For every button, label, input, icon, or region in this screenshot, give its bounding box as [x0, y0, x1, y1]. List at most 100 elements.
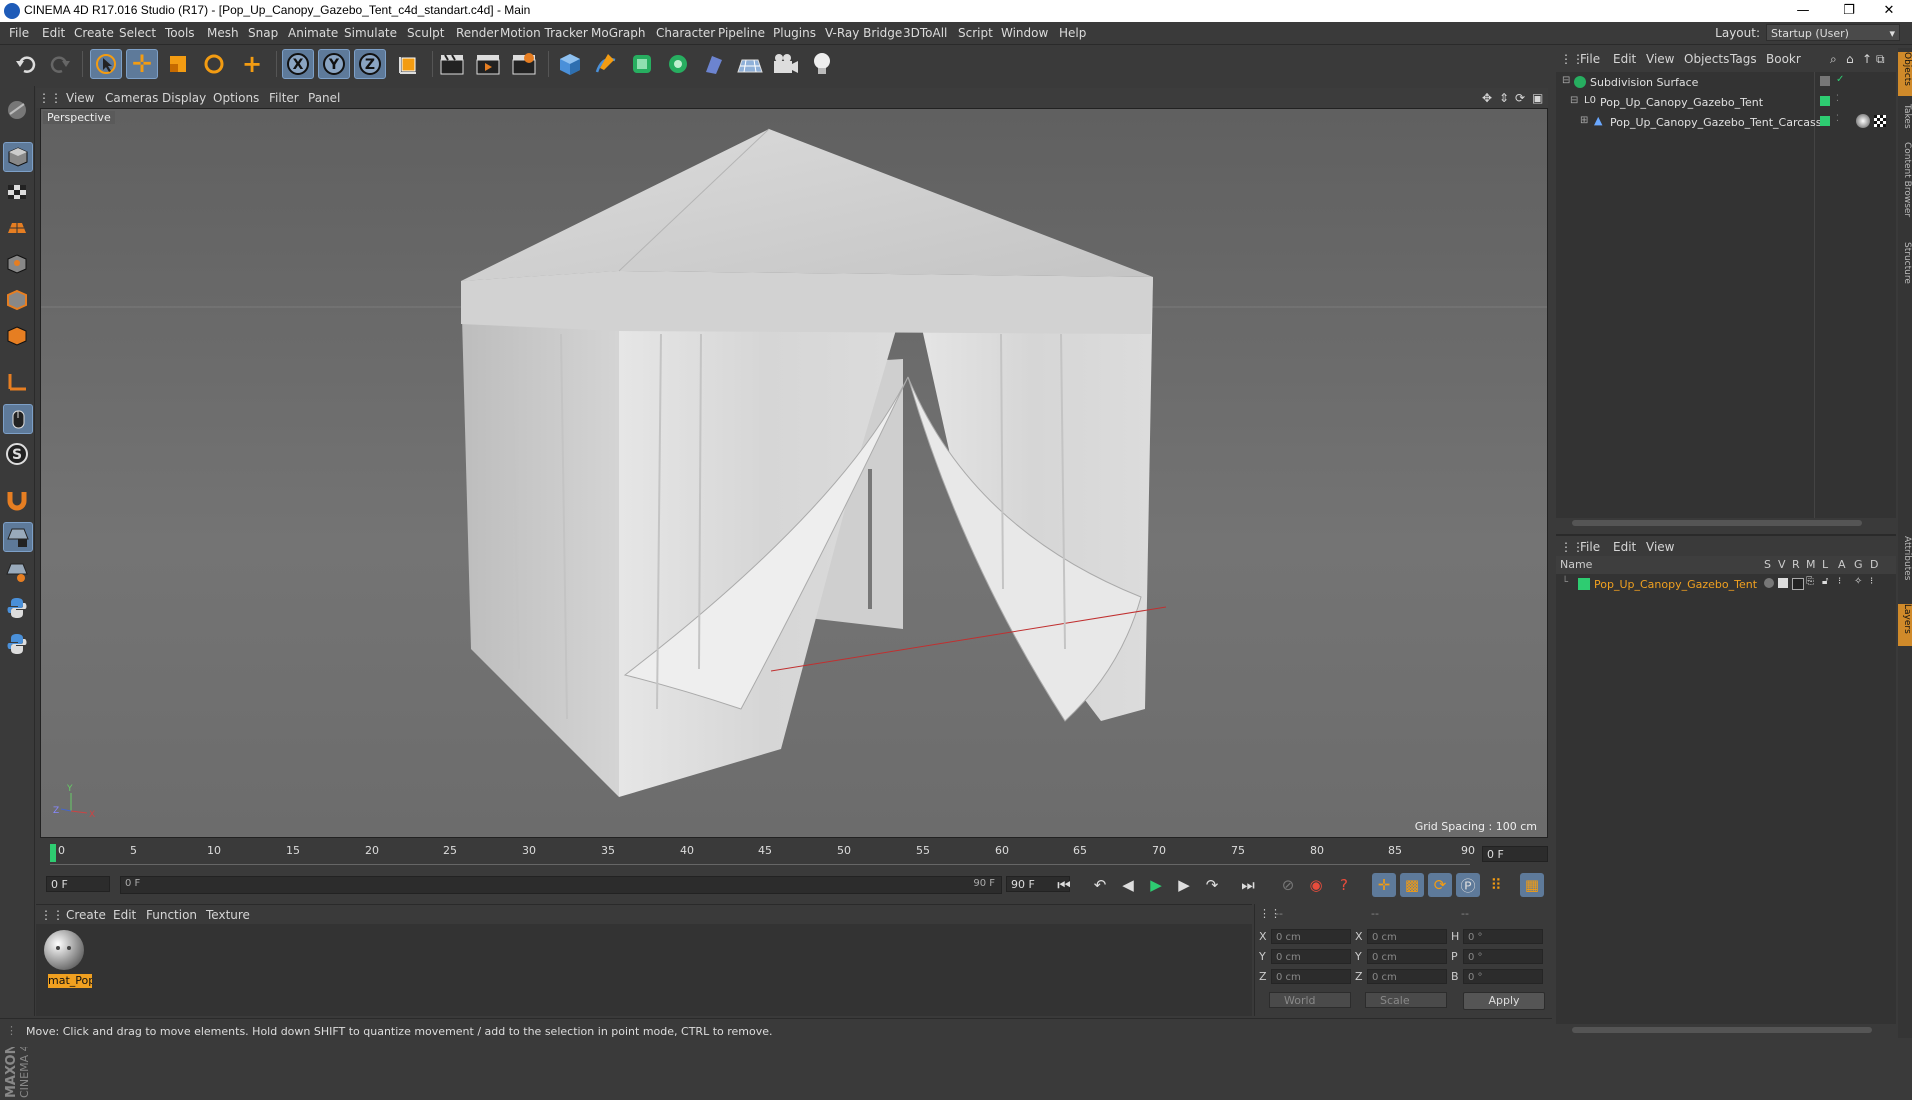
key-pla-button[interactable]: ⠿: [1484, 873, 1508, 897]
add-light-button[interactable]: [806, 49, 838, 79]
menu-motion-tracker[interactable]: Motion Tracker: [500, 26, 588, 40]
timeline-window-button[interactable]: ▦: [1520, 873, 1544, 897]
tab-content-browser[interactable]: Content Browser: [1898, 142, 1912, 234]
make-editable-button[interactable]: [3, 96, 31, 124]
size-x-field[interactable]: 0 cm: [1367, 929, 1447, 944]
menu-mesh[interactable]: Mesh: [207, 26, 239, 40]
column-render[interactable]: R: [1792, 558, 1800, 571]
add-camera-button[interactable]: [770, 49, 802, 79]
column-view[interactable]: V: [1778, 558, 1786, 571]
go-to-start-button[interactable]: ⏮: [1052, 873, 1076, 897]
generator-toggle-icon[interactable]: ✧: [1854, 576, 1864, 587]
position-z-field[interactable]: 0 cm: [1271, 969, 1351, 984]
layer-tag-icon[interactable]: [1820, 76, 1830, 86]
object-name[interactable]: Pop_Up_Canopy_Gazebo_Tent: [1600, 96, 1763, 109]
objects-menu-objects[interactable]: Objects: [1684, 52, 1729, 66]
menu-simulate[interactable]: Simulate: [344, 26, 397, 40]
menu-script[interactable]: Script: [958, 26, 993, 40]
autokey-button[interactable]: ◉: [1304, 873, 1328, 897]
layer-color-icon[interactable]: [1578, 578, 1590, 590]
column-name[interactable]: Name: [1560, 558, 1592, 571]
objects-menu-file[interactable]: File: [1580, 52, 1600, 66]
play-button[interactable]: ▶: [1144, 873, 1168, 897]
material-menu-edit[interactable]: Edit: [113, 908, 136, 922]
objects-menu-view[interactable]: View: [1646, 52, 1674, 66]
next-keyframe-button[interactable]: ↷: [1200, 873, 1224, 897]
range-slider[interactable]: 0 F 90 F: [120, 876, 1002, 894]
playhead-marker[interactable]: [50, 844, 56, 862]
object-name[interactable]: Pop_Up_Canopy_Gazebo_Tent_Carcass: [1610, 116, 1821, 129]
menu-pipeline[interactable]: Pipeline: [718, 26, 765, 40]
scale-tool-button[interactable]: [162, 49, 194, 79]
add-cube-button[interactable]: [554, 49, 586, 79]
previous-frame-button[interactable]: ◀: [1116, 873, 1140, 897]
add-deformer-button[interactable]: [698, 49, 730, 79]
visibility-dots-icon[interactable]: ⁚: [1836, 114, 1846, 124]
column-locked[interactable]: L: [1822, 558, 1828, 571]
close-button[interactable]: ✕: [1866, 0, 1912, 22]
coordinate-mode-dropdown[interactable]: World: [1269, 992, 1351, 1008]
polygons-mode-button[interactable]: [3, 322, 31, 350]
object-row-tent-carcass[interactable]: ⊞ ▲ Pop_Up_Canopy_Gazebo_Tent_Carcass ⁚: [1556, 114, 1896, 131]
layers-menu-file[interactable]: File: [1580, 540, 1600, 554]
position-y-field[interactable]: 0 cm: [1271, 949, 1351, 964]
menu-sculpt[interactable]: Sculpt: [407, 26, 444, 40]
menu-create[interactable]: Create: [74, 26, 114, 40]
menu-3dtoall[interactable]: 3DToAll: [903, 26, 947, 40]
menu-file[interactable]: File: [9, 26, 29, 40]
material-manager-area[interactable]: mat_Pop: [36, 924, 1252, 1016]
last-tool-button[interactable]: +: [236, 49, 268, 79]
points-mode-button[interactable]: [3, 250, 31, 278]
objects-menu-tags[interactable]: Tags: [1730, 52, 1757, 66]
object-row-tent[interactable]: ⊟ L0 Pop_Up_Canopy_Gazebo_Tent ⁚: [1556, 94, 1896, 111]
timeline-ruler[interactable]: 0 5 10 15 20 25 30 35 40 45 50 55 60 65 …: [36, 840, 1548, 870]
layers-menu-view[interactable]: View: [1646, 540, 1674, 554]
material-menu-texture[interactable]: Texture: [206, 908, 250, 922]
layer-color-icon[interactable]: [1820, 96, 1830, 106]
rotation-p-field[interactable]: 0 °: [1463, 949, 1543, 964]
z-axis-lock-button[interactable]: Z: [354, 49, 386, 79]
size-z-field[interactable]: 0 cm: [1367, 969, 1447, 984]
add-floor-button[interactable]: [734, 49, 766, 79]
size-y-field[interactable]: 0 cm: [1367, 949, 1447, 964]
python-script-button[interactable]: [3, 594, 31, 622]
frame-ruler[interactable]: 0 5 10 15 20 25 30 35 40 45 50 55 60 65 …: [50, 840, 1475, 868]
key-rotation-button[interactable]: ⟳: [1428, 873, 1452, 897]
current-frame-field[interactable]: 0 F: [1482, 846, 1548, 862]
scrollbar-thumb[interactable]: [1572, 1027, 1872, 1033]
layout-dropdown[interactable]: Startup (User) ▾: [1766, 24, 1900, 41]
material-swatch[interactable]: mat_Pop: [42, 928, 92, 988]
menu-plugins[interactable]: Plugins: [773, 26, 816, 40]
viewport-menu-options[interactable]: Options: [213, 91, 259, 105]
tree-collapse-icon[interactable]: ⊟: [1562, 75, 1574, 87]
viewport-menu-view[interactable]: View: [66, 91, 94, 105]
visibility-dots-icon[interactable]: ⁚: [1836, 94, 1846, 104]
locked-workplane-button[interactable]: [3, 522, 33, 552]
apply-button[interactable]: Apply: [1463, 992, 1545, 1010]
viewport-move-icon[interactable]: ✥: [1482, 91, 1492, 105]
viewport-menu-panel[interactable]: Panel: [308, 91, 340, 105]
x-axis-lock-button[interactable]: X: [282, 49, 314, 79]
tab-structure[interactable]: Structure: [1898, 242, 1912, 298]
material-menu-create[interactable]: Create: [66, 908, 106, 922]
next-frame-button[interactable]: ▶: [1172, 873, 1196, 897]
manager-toggle-icon[interactable]: ⎘: [1806, 576, 1816, 587]
rotation-h-field[interactable]: 0 °: [1463, 929, 1543, 944]
move-tool-button[interactable]: ✛: [126, 49, 158, 79]
edit-render-settings-button[interactable]: [508, 49, 540, 79]
minimize-button[interactable]: —: [1780, 0, 1826, 22]
planar-workplane-button[interactable]: [3, 558, 31, 586]
lock-toggle-icon[interactable]: 🔓︎: [1822, 576, 1832, 587]
position-x-field[interactable]: 0 cm: [1271, 929, 1351, 944]
go-to-end-button[interactable]: ⏭: [1236, 873, 1260, 897]
menu-vray-bridge[interactable]: V-Ray Bridge: [825, 26, 902, 40]
layer-row[interactable]: └ Pop_Up_Canopy_Gazebo_Tent ⎘ 🔓︎ ⁝ ✧ ⁝: [1556, 576, 1896, 593]
column-animation[interactable]: A: [1838, 558, 1846, 571]
tab-objects[interactable]: Objects: [1898, 52, 1912, 96]
column-generators[interactable]: G: [1854, 558, 1863, 571]
3d-viewport[interactable]: Y Z X Perspective Grid Spacing : 100 cm: [40, 108, 1548, 838]
menu-snap[interactable]: Snap: [248, 26, 278, 40]
object-manager-tree[interactable]: ⊟ Subdivision Surface ✓ ⊟ L0 Pop_Up_Cano…: [1556, 72, 1896, 518]
viewport-menu-display[interactable]: Display: [162, 91, 206, 105]
add-spline-pen-button[interactable]: [590, 49, 622, 79]
